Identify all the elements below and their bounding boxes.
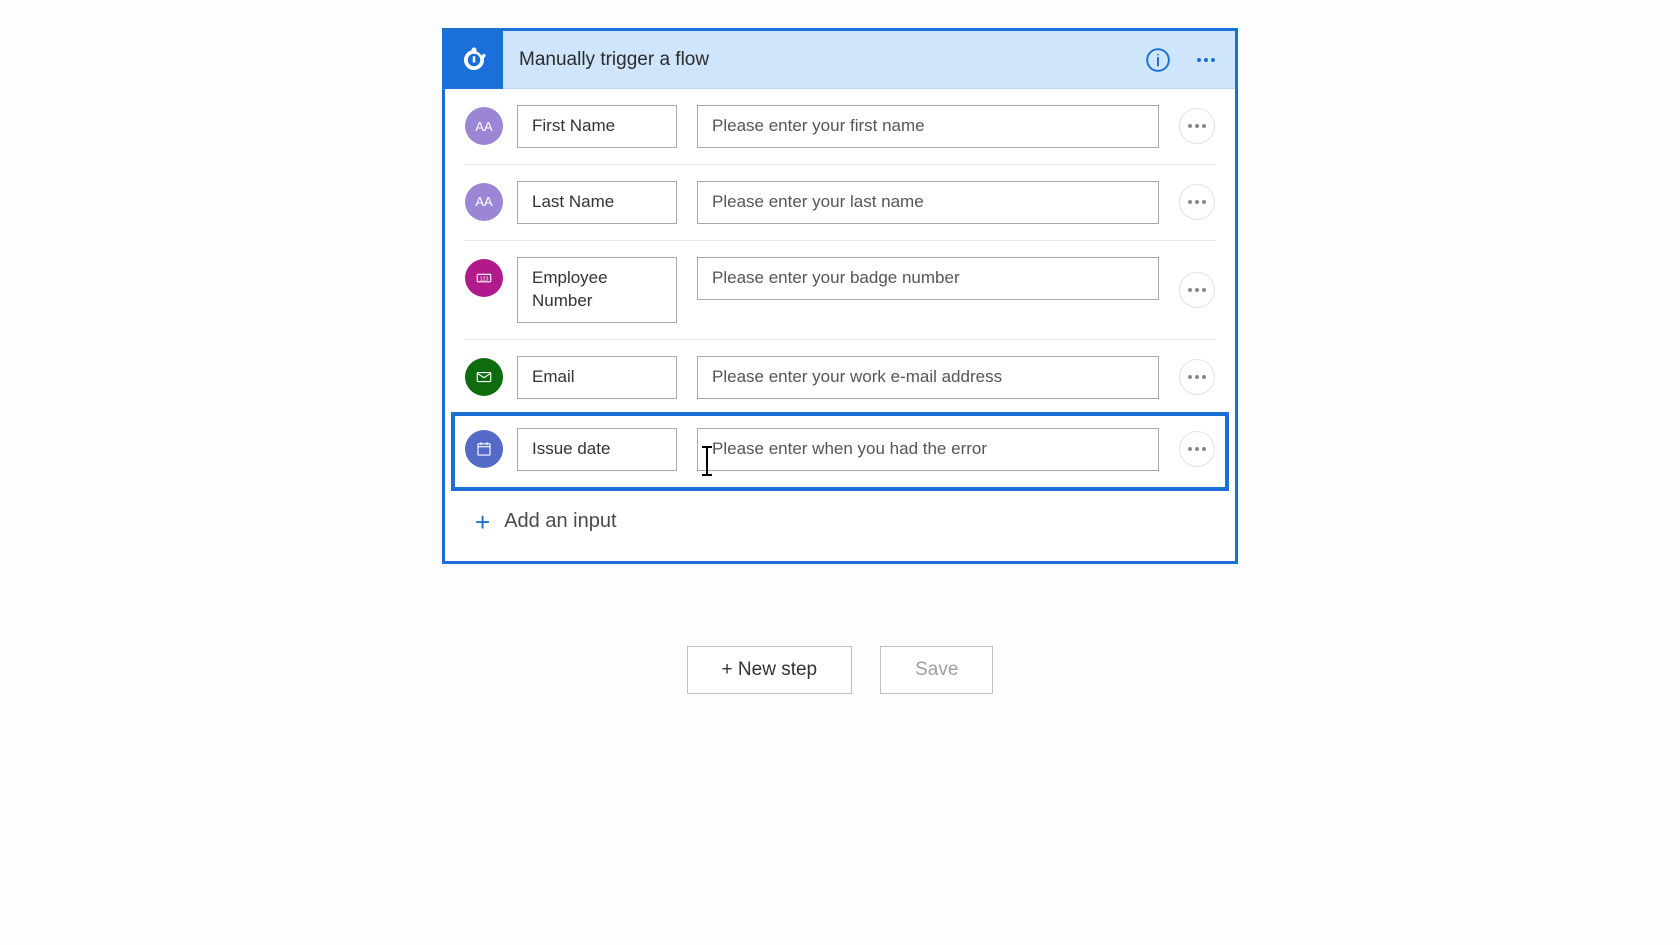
ellipsis-icon [1188,447,1206,451]
card-title: Manually trigger a flow [503,49,1139,71]
input-label[interactable]: Email [517,356,677,399]
input-row-first-name: AA First Name Please enter your first na… [465,89,1215,165]
input-description[interactable]: Please enter your first name [697,105,1159,148]
row-menu-button[interactable] [1179,272,1215,308]
card-menu-button[interactable] [1187,41,1225,79]
input-rows: AA First Name Please enter your first na… [445,89,1235,491]
input-row-issue-date: Issue date Please enter when you had the… [451,412,1229,491]
text-type-icon: AA [465,107,503,145]
number-type-icon: 123 [465,259,503,297]
add-input-button[interactable]: + Add an input [445,487,1235,561]
ellipsis-icon [1188,200,1206,204]
save-button[interactable]: Save [880,646,993,694]
input-label[interactable]: Issue date [517,428,677,471]
new-step-button[interactable]: + New step [687,646,853,694]
row-menu-button[interactable] [1179,184,1215,220]
footer-buttons: + New step Save [687,646,994,694]
ellipsis-icon [1188,288,1206,292]
row-menu-button[interactable] [1179,108,1215,144]
new-step-label: + New step [722,659,818,681]
input-label[interactable]: Employee Number [517,257,677,323]
input-label[interactable]: Last Name [517,181,677,224]
ellipsis-icon [1197,58,1215,62]
add-input-label: Add an input [504,510,616,533]
trigger-card: Manually trigger a flow AA First Name Pl… [442,28,1238,564]
ellipsis-icon [1188,124,1206,128]
plus-icon: + [475,509,490,535]
text-cursor-icon [706,447,708,475]
input-row-last-name: AA Last Name Please enter your last name [465,165,1215,241]
input-description[interactable]: Please enter when you had the error [697,428,1159,471]
row-menu-button[interactable] [1179,359,1215,395]
svg-text:123: 123 [480,276,489,282]
input-description[interactable]: Please enter your badge number [697,257,1159,300]
row-menu-button[interactable] [1179,431,1215,467]
input-description[interactable]: Please enter your work e-mail address [697,356,1159,399]
info-button[interactable] [1139,41,1177,79]
date-type-icon [465,430,503,468]
input-description[interactable]: Please enter your last name [697,181,1159,224]
text-type-icon: AA [465,183,503,221]
card-header: Manually trigger a flow [445,31,1235,89]
save-label: Save [915,659,958,681]
input-label[interactable]: First Name [517,105,677,148]
input-row-employee-number: 123 Employee Number Please enter your ba… [465,241,1215,340]
ellipsis-icon [1188,375,1206,379]
email-type-icon [465,358,503,396]
input-row-email: Email Please enter your work e-mail addr… [465,340,1215,416]
trigger-icon [445,31,503,89]
